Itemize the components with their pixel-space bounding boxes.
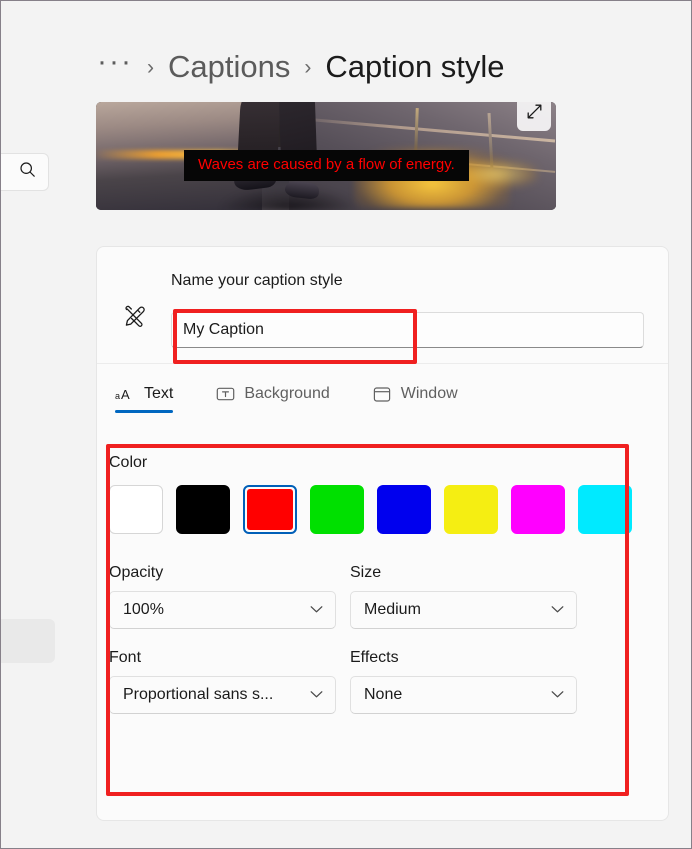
field-size-label: Size: [350, 564, 382, 581]
field-font-label: Font: [109, 649, 142, 666]
svg-text:a: a: [115, 391, 120, 401]
breadcrumb-link-captions[interactable]: Captions: [168, 49, 290, 85]
tab-background[interactable]: Background: [209, 379, 335, 404]
tab-background-label: Background: [244, 385, 330, 402]
field-opacity: Opacity 100%: [109, 564, 336, 629]
svg-text:A: A: [121, 387, 130, 402]
opacity-value: 100%: [123, 601, 164, 618]
chevron-down-icon: [551, 601, 564, 619]
field-effects-label: Effects: [350, 649, 399, 666]
color-swatch-fill: [247, 489, 293, 530]
breadcrumb-separator: ›: [146, 55, 154, 79]
color-swatch-list: [109, 485, 656, 534]
color-swatch-cyan[interactable]: [578, 485, 632, 534]
name-field-label: Name your caption style: [171, 272, 343, 289]
effects-dropdown[interactable]: None: [350, 676, 577, 714]
color-swatch-magenta[interactable]: [511, 485, 565, 534]
preview-caption-text: Waves are caused by a flow of energy.: [198, 156, 455, 173]
settings-grid-top: Opacity 100% Size Medium: [109, 564, 656, 629]
text-background-icon: [215, 384, 235, 404]
caption-preview: Waves are caused by a flow of energy.: [96, 102, 556, 210]
preview-caption: Waves are caused by a flow of energy.: [184, 150, 469, 181]
color-swatch-green[interactable]: [310, 485, 364, 534]
chevron-down-icon: [551, 686, 564, 704]
font-dropdown[interactable]: Proportional sans s...: [109, 676, 336, 714]
settings-window: ··· › Captions › Caption style Waves are…: [0, 0, 692, 849]
tab-text-label: Text: [144, 385, 174, 402]
window-icon: [372, 384, 392, 404]
settings-grid-bottom: Font Proportional sans s... Effects None: [109, 649, 656, 714]
tab-window-label: Window: [400, 385, 458, 402]
effects-value: None: [364, 686, 403, 703]
breadcrumb-overflow-button[interactable]: ···: [97, 47, 133, 87]
breadcrumb-separator: ›: [304, 55, 312, 79]
size-dropdown[interactable]: Medium: [350, 591, 577, 629]
color-swatch-blue[interactable]: [377, 485, 431, 534]
search-icon: [19, 161, 36, 183]
opacity-dropdown[interactable]: 100%: [109, 591, 336, 629]
chevron-down-icon: [310, 601, 323, 619]
sidebar-search-button[interactable]: [1, 153, 49, 191]
field-size: Size Medium: [350, 564, 577, 629]
text-size-aa-icon: a A: [115, 384, 135, 404]
color-swatch-white[interactable]: [109, 485, 163, 534]
style-tabs: a A Text Background Window: [109, 379, 464, 413]
tab-window[interactable]: Window: [366, 379, 464, 404]
expand-diagonal-icon: [526, 103, 543, 125]
field-effects: Effects None: [350, 649, 577, 714]
field-opacity-label: Opacity: [109, 564, 164, 581]
font-value: Proportional sans s...: [123, 686, 274, 703]
card-divider: [97, 363, 668, 364]
text-settings-panel: Color Opacity 100% Size Medium Font Prop…: [109, 454, 656, 714]
color-swatch-yellow[interactable]: [444, 485, 498, 534]
expand-preview-button[interactable]: [517, 102, 551, 131]
name-section: Name your caption style: [97, 247, 668, 363]
page-title: Caption style: [325, 49, 505, 84]
chevron-down-icon: [310, 686, 323, 704]
caption-style-card: Name your caption style a A Text: [96, 246, 669, 821]
color-label: Color: [109, 454, 148, 471]
sidebar-item-hover[interactable]: [1, 619, 55, 663]
field-font: Font Proportional sans s...: [109, 649, 336, 714]
tab-active-indicator: [115, 410, 173, 413]
size-value: Medium: [364, 601, 421, 618]
breadcrumb: ··· › Captions › Caption style: [97, 41, 505, 93]
color-swatch-red[interactable]: [243, 485, 297, 534]
tab-text[interactable]: a A Text: [109, 379, 179, 413]
caption-style-name-input[interactable]: [171, 312, 644, 348]
color-swatch-black[interactable]: [176, 485, 230, 534]
edit-brush-icon: [117, 299, 151, 333]
